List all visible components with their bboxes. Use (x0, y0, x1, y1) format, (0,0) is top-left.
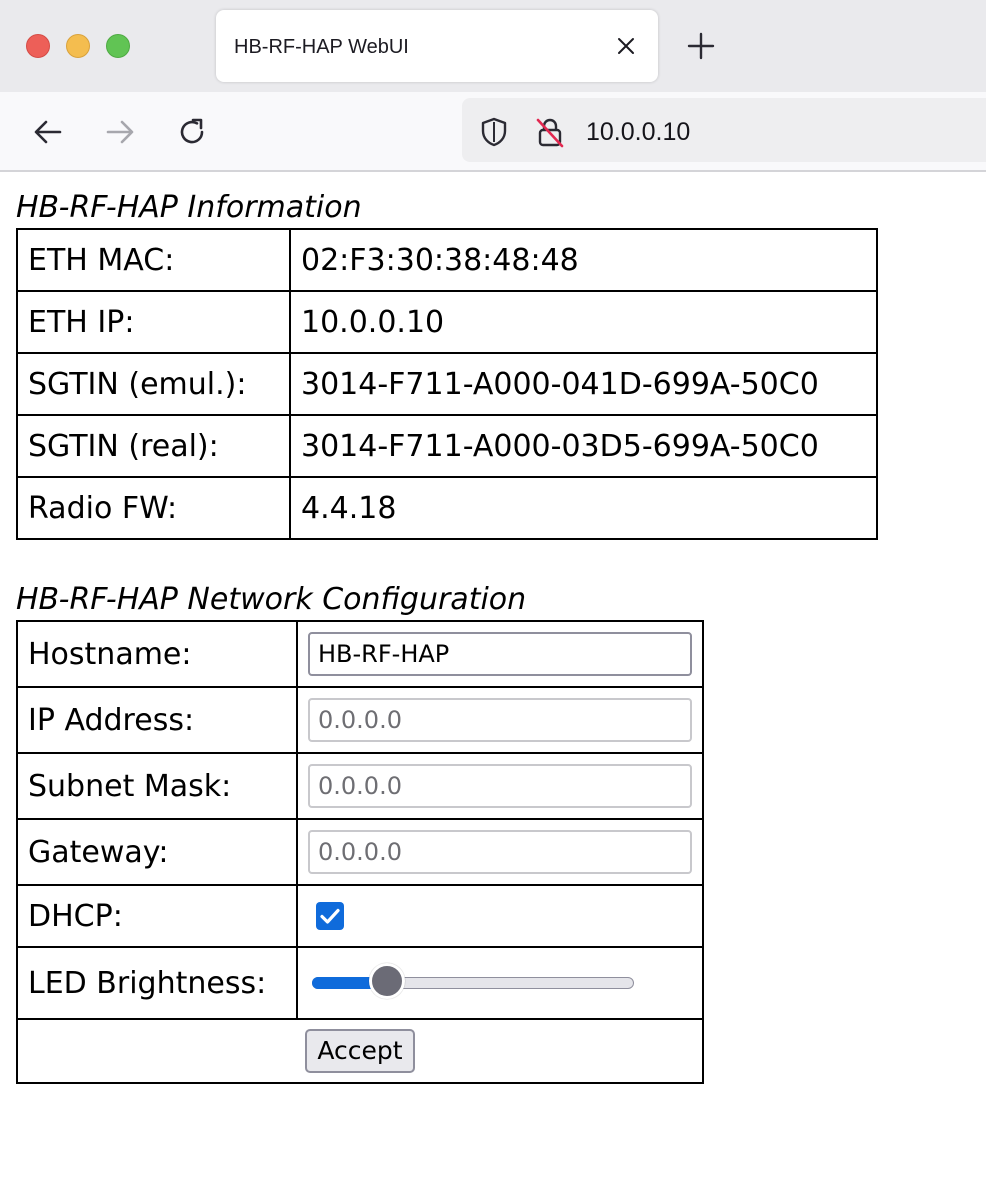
hostname-label: Hostname: (16, 620, 298, 688)
dhcp-checkbox[interactable] (316, 902, 344, 930)
info-section-title: HB-RF-HAP Information (16, 190, 362, 225)
info-row-sgtin-real: SGTIN (real): 3014-F711-A000-03D5-699A-5… (16, 414, 878, 478)
arrow-right-icon[interactable] (102, 114, 138, 150)
info-value: 4.4.18 (289, 476, 878, 540)
led-brightness-row: LED Brightness: (16, 946, 704, 1020)
gateway-row: Gateway: 0.0.0.0 (16, 818, 704, 886)
browser-tab-bar: HB-RF-HAP WebUI (0, 0, 986, 92)
insecure-lock-icon[interactable] (534, 116, 566, 148)
gateway-input[interactable]: 0.0.0.0 (308, 830, 692, 874)
dhcp-row: DHCP: (16, 884, 704, 948)
info-row-eth-mac: ETH MAC: 02:F3:30:38:48:48 (16, 228, 878, 292)
info-value: 3014-F711-A000-041D-699A-50C0 (289, 352, 878, 416)
led-brightness-slider[interactable] (312, 963, 642, 1003)
checkmark-icon (320, 908, 340, 924)
tab-title: HB-RF-HAP WebUI (234, 36, 409, 58)
url-text[interactable]: 10.0.0.10 (586, 118, 690, 147)
network-section-title: HB-RF-HAP Network Configuration (16, 582, 527, 617)
window-close-button[interactable] (26, 34, 50, 58)
hostname-input[interactable]: HB-RF-HAP (308, 632, 692, 676)
info-label: Radio FW: (16, 476, 291, 540)
shield-icon[interactable] (478, 116, 510, 148)
ip-address-row: IP Address: 0.0.0.0 (16, 686, 704, 754)
subnet-mask-label: Subnet Mask: (16, 752, 298, 820)
browser-nav-bar: 10.0.0.10 (0, 92, 986, 172)
info-value: 10.0.0.10 (289, 290, 878, 354)
ip-address-label: IP Address: (16, 686, 298, 754)
ip-address-input[interactable]: 0.0.0.0 (308, 698, 692, 742)
window-maximize-button[interactable] (106, 34, 130, 58)
info-label: ETH MAC: (16, 228, 291, 292)
hostname-row: Hostname: HB-RF-HAP (16, 620, 704, 688)
subnet-mask-row: Subnet Mask: 0.0.0.0 (16, 752, 704, 820)
gateway-label: Gateway: (16, 818, 298, 886)
accept-row: Accept (16, 1018, 704, 1084)
info-label: SGTIN (emul.): (16, 352, 291, 416)
subnet-mask-input[interactable]: 0.0.0.0 (308, 764, 692, 808)
info-row-eth-ip: ETH IP: 10.0.0.10 (16, 290, 878, 354)
plus-icon[interactable] (686, 31, 716, 61)
info-row-sgtin-emul: SGTIN (emul.): 3014-F711-A000-041D-699A-… (16, 352, 878, 416)
info-row-radio-fw: Radio FW: 4.4.18 (16, 476, 878, 540)
network-config-table: Hostname: HB-RF-HAP IP Address: 0.0.0.0 … (16, 620, 704, 1084)
info-label: ETH IP: (16, 290, 291, 354)
browser-tab[interactable]: HB-RF-HAP WebUI (216, 10, 658, 82)
info-value: 02:F3:30:38:48:48 (289, 228, 878, 292)
info-label: SGTIN (real): (16, 414, 291, 478)
window-minimize-button[interactable] (66, 34, 90, 58)
close-icon[interactable] (614, 34, 638, 58)
info-table: ETH MAC: 02:F3:30:38:48:48 ETH IP: 10.0.… (16, 228, 878, 540)
slider-thumb[interactable] (369, 963, 406, 999)
reload-icon[interactable] (174, 114, 210, 150)
arrow-left-icon[interactable] (30, 114, 66, 150)
info-value: 3014-F711-A000-03D5-699A-50C0 (289, 414, 878, 478)
led-brightness-label: LED Brightness: (16, 946, 298, 1020)
accept-button[interactable]: Accept (305, 1029, 415, 1073)
dhcp-label: DHCP: (16, 884, 298, 948)
url-bar[interactable]: 10.0.0.10 (462, 98, 986, 162)
